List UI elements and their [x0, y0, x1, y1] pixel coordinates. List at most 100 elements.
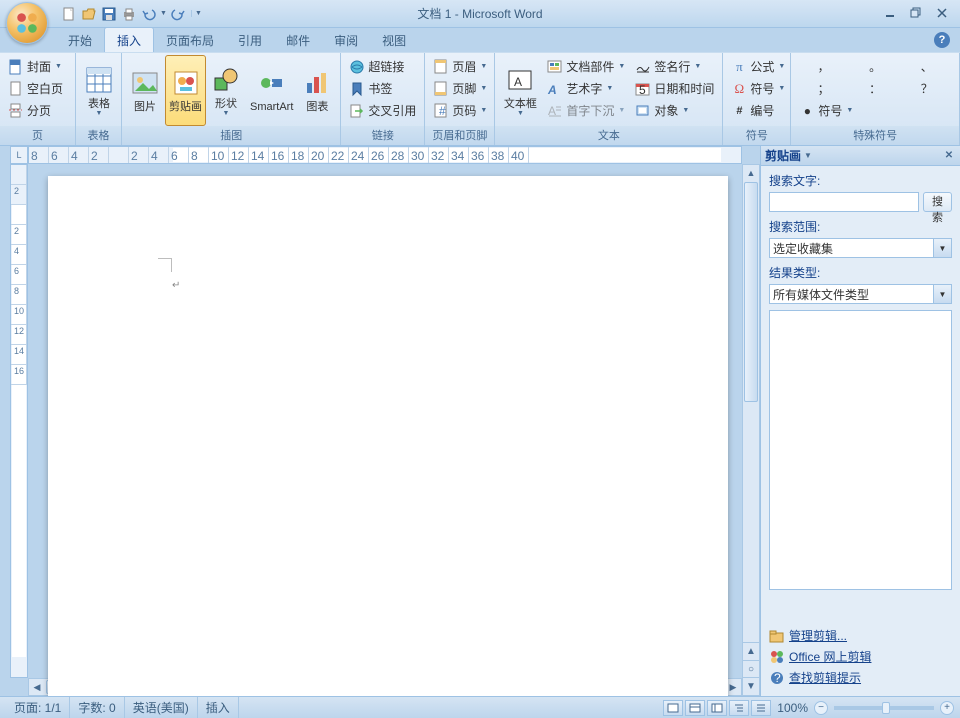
group-illustrations: 图片 剪贴画 形状▼ SmartArt 图表 插图: [122, 53, 341, 145]
zoom-out[interactable]: −: [814, 701, 828, 715]
special-icon: ●: [799, 103, 815, 119]
equation-button[interactable]: π公式▼: [728, 56, 788, 77]
crossref-button[interactable]: 交叉引用: [346, 100, 419, 121]
document-area: L 86422468101214161820222426283032343638…: [0, 146, 760, 696]
wordart-button[interactable]: A艺术字▼: [544, 78, 628, 99]
picture-icon: [129, 67, 161, 99]
scroll-left[interactable]: ◀: [29, 679, 45, 695]
object-icon: [635, 103, 651, 119]
margin-mark: [158, 258, 172, 272]
prev-page[interactable]: ▲: [743, 643, 759, 660]
tab-pagelayout[interactable]: 页面布局: [154, 28, 226, 52]
bookmark-button[interactable]: 书签: [346, 78, 419, 99]
tab-review[interactable]: 审阅: [322, 28, 370, 52]
shapes-button[interactable]: 形状▼: [206, 55, 246, 126]
qat-print[interactable]: [120, 5, 138, 23]
hyperlink-button[interactable]: 超链接: [346, 56, 419, 77]
number-button[interactable]: #编号: [728, 100, 788, 121]
clipart-button[interactable]: 剪贴画: [165, 55, 206, 126]
zoom-value[interactable]: 100%: [777, 701, 808, 715]
zoom-slider[interactable]: [834, 706, 934, 710]
qat-customize-arrow[interactable]: ▼: [191, 10, 202, 17]
vscroll-thumb[interactable]: [744, 182, 758, 402]
qat-undo-arrow[interactable]: ▼: [160, 10, 167, 17]
vertical-ruler[interactable]: 2246810121416: [10, 164, 28, 678]
view-outline[interactable]: [729, 700, 749, 716]
type-select[interactable]: 所有媒体文件类型▼: [769, 284, 952, 304]
view-fullscreen[interactable]: [685, 700, 705, 716]
qat-open[interactable]: [80, 5, 98, 23]
work-area: L 86422468101214161820222426283032343638…: [0, 146, 960, 696]
cover-page-button[interactable]: 封面▼: [5, 56, 66, 77]
tab-home[interactable]: 开始: [56, 28, 104, 52]
dropcap-icon: A: [547, 103, 563, 119]
group-text-label: 文本: [495, 126, 722, 145]
page-break-button[interactable]: 分页: [5, 100, 66, 121]
footer-button[interactable]: 页脚▼: [430, 78, 490, 99]
select-browse[interactable]: ○: [743, 660, 759, 678]
taskpane-links: 管理剪辑... Office 网上剪辑 ?查找剪辑提示: [761, 621, 960, 696]
search-input[interactable]: [769, 192, 919, 212]
scope-select[interactable]: 选定收藏集▼: [769, 238, 952, 258]
status-mode[interactable]: 插入: [198, 697, 239, 718]
picture-button[interactable]: 图片: [125, 55, 165, 126]
group-tables-label: 表格: [76, 126, 121, 145]
view-web[interactable]: [707, 700, 727, 716]
special-more-button[interactable]: ●符号▼: [796, 100, 954, 121]
punct-row2[interactable]: ；：？: [796, 78, 954, 99]
pagenum-button[interactable]: #页码▼: [430, 100, 490, 121]
scroll-up[interactable]: ▲: [743, 165, 759, 181]
close-button[interactable]: [930, 4, 954, 22]
tab-references[interactable]: 引用: [226, 28, 274, 52]
office-button[interactable]: [6, 2, 48, 44]
object-button[interactable]: 对象▼: [632, 100, 717, 121]
view-draft[interactable]: [751, 700, 771, 716]
qat-new[interactable]: [60, 5, 78, 23]
document-page[interactable]: ↵: [48, 176, 728, 696]
qat-redo[interactable]: [169, 5, 187, 23]
quick-access-toolbar: ▼ ▼: [60, 5, 202, 23]
qat-undo[interactable]: [140, 5, 158, 23]
taskpane-menu[interactable]: ▼: [801, 149, 815, 163]
tab-insert[interactable]: 插入: [104, 27, 154, 52]
svg-text:?: ?: [774, 671, 781, 685]
group-special-label: 特殊符号: [791, 126, 959, 145]
blank-page-button[interactable]: 空白页: [5, 78, 66, 99]
header-button[interactable]: 页眉▼: [430, 56, 490, 77]
dropcap-button[interactable]: A首字下沉▼: [544, 100, 628, 121]
group-special-symbols: ，。、 ；：？ ●符号▼ 特殊符号: [791, 53, 960, 145]
chart-button[interactable]: 图表: [297, 55, 337, 126]
next-page[interactable]: ▼: [743, 677, 759, 695]
quickparts-button[interactable]: 文档部件▼: [544, 56, 628, 77]
zoom-thumb[interactable]: [882, 702, 890, 714]
tab-view[interactable]: 视图: [370, 28, 418, 52]
minimize-button[interactable]: [878, 4, 902, 22]
chevron-down-icon: ▼: [933, 239, 951, 257]
shapes-icon: [210, 64, 242, 96]
clip-tips-link[interactable]: ?查找剪辑提示: [769, 667, 952, 688]
textbox-button[interactable]: A文本框▼: [498, 55, 542, 126]
view-print[interactable]: [663, 700, 683, 716]
smartart-button[interactable]: SmartArt: [246, 55, 297, 126]
zoom-in[interactable]: +: [940, 701, 954, 715]
table-button[interactable]: 表格▼: [79, 55, 119, 126]
taskpane-close[interactable]: ✕: [942, 149, 956, 163]
ruler-corner[interactable]: L: [10, 146, 28, 164]
sigline-button[interactable]: 签名行▼: [632, 56, 717, 77]
search-button[interactable]: 搜索: [923, 192, 952, 212]
horizontal-ruler[interactable]: 8642246810121416182022242628303234363840: [28, 146, 742, 164]
help-icon[interactable]: ?: [934, 32, 950, 48]
qat-save[interactable]: [100, 5, 118, 23]
help-small-icon: ?: [769, 670, 785, 686]
office-online-link[interactable]: Office 网上剪辑: [769, 646, 952, 667]
tab-mailings[interactable]: 邮件: [274, 28, 322, 52]
status-lang[interactable]: 英语(美国): [125, 697, 198, 718]
manage-clips-link[interactable]: 管理剪辑...: [769, 625, 952, 646]
datetime-button[interactable]: 5日期和时间: [632, 78, 717, 99]
restore-button[interactable]: [904, 4, 928, 22]
symbol-button[interactable]: Ω符号▼: [728, 78, 788, 99]
vertical-scrollbar[interactable]: ▲ ▼: [742, 164, 760, 678]
status-page[interactable]: 页面: 1/1: [6, 697, 70, 718]
punct-row1[interactable]: ，。、: [796, 56, 954, 77]
status-words[interactable]: 字数: 0: [70, 697, 124, 718]
